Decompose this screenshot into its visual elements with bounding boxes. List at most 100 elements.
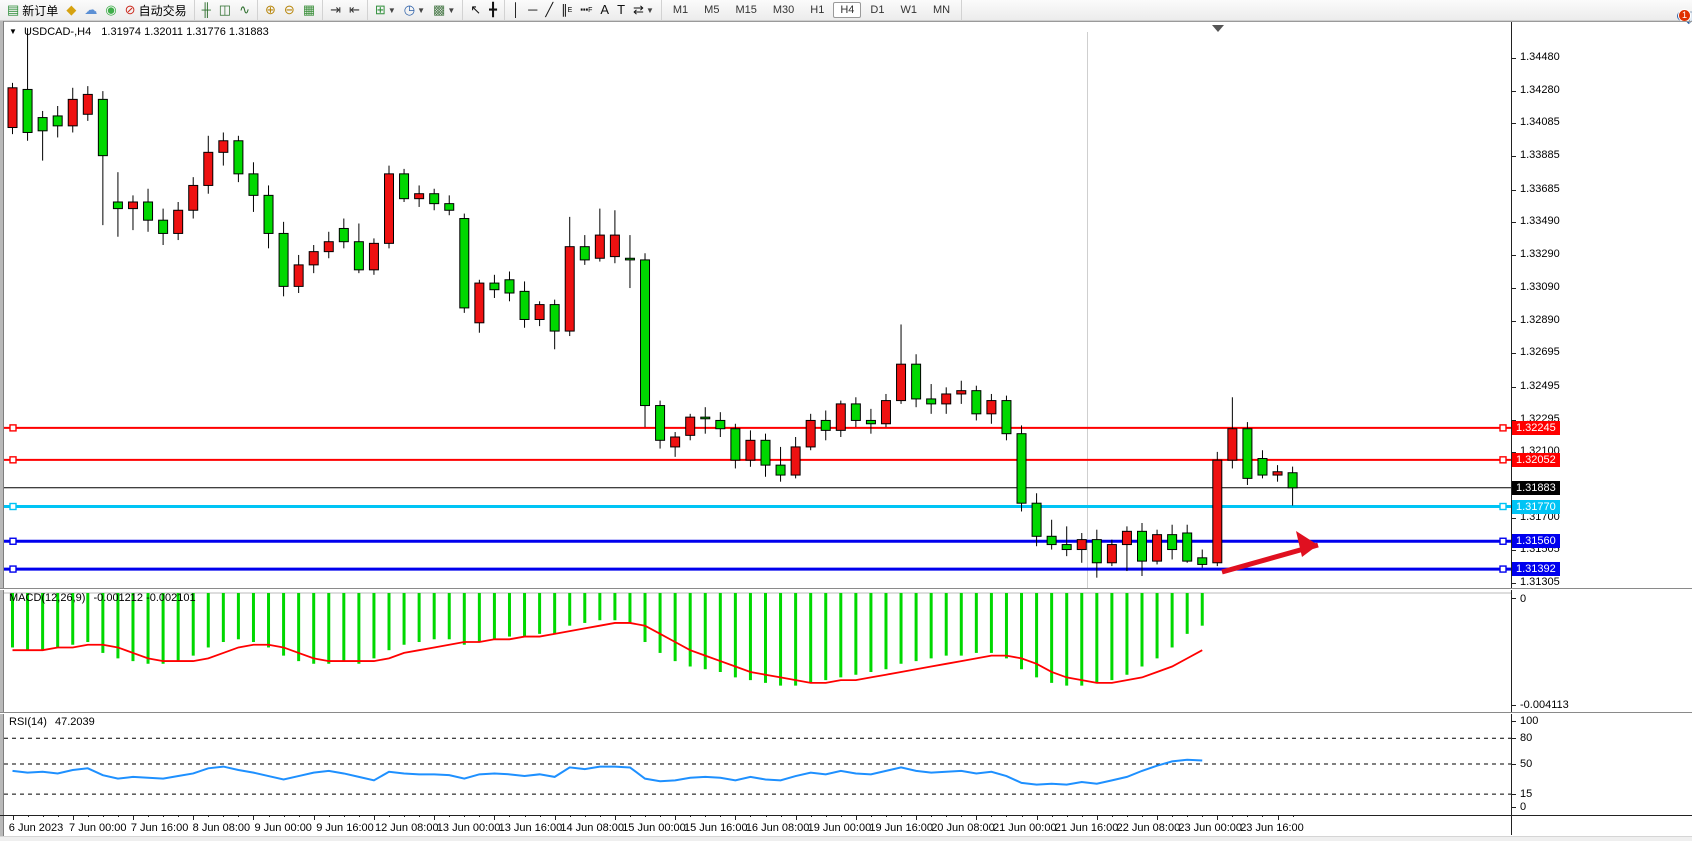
- timeframe-m5[interactable]: M5: [697, 2, 726, 18]
- line-handle[interactable]: [10, 504, 16, 510]
- candle[interactable]: [309, 252, 318, 265]
- candle[interactable]: [641, 260, 650, 406]
- candle[interactable]: [234, 141, 243, 174]
- candle[interactable]: [565, 247, 574, 331]
- candle[interactable]: [1077, 540, 1086, 550]
- candle[interactable]: [264, 195, 273, 233]
- periods-icon-dropdown-arrow[interactable]: ▼: [417, 6, 425, 15]
- candle[interactable]: [776, 465, 785, 475]
- profile-icon[interactable]: ☁: [80, 1, 101, 19]
- candle[interactable]: [957, 391, 966, 394]
- line-handle[interactable]: [10, 538, 16, 544]
- vertical-line-icon[interactable]: │: [508, 1, 524, 19]
- signal-icon[interactable]: ◉: [101, 1, 120, 19]
- candle[interactable]: [1243, 429, 1252, 479]
- candle[interactable]: [671, 437, 680, 447]
- line-handle[interactable]: [10, 566, 16, 572]
- timeframe-h4[interactable]: H4: [833, 2, 861, 18]
- candle[interactable]: [1258, 459, 1267, 476]
- candle[interactable]: [761, 440, 770, 465]
- zoom-in-icon[interactable]: ⊕: [261, 1, 280, 19]
- new-order-button[interactable]: ▤新订单: [3, 1, 62, 19]
- candle[interactable]: [445, 204, 454, 211]
- candle[interactable]: [881, 401, 890, 424]
- candle[interactable]: [1213, 460, 1222, 563]
- candle[interactable]: [144, 202, 153, 220]
- timeframe-m1[interactable]: M1: [666, 2, 695, 18]
- candle[interactable]: [53, 116, 62, 126]
- candle[interactable]: [806, 420, 815, 446]
- timeframe-h1[interactable]: H1: [803, 2, 831, 18]
- candle[interactable]: [731, 429, 740, 460]
- candle[interactable]: [625, 258, 634, 260]
- trendline-icon[interactable]: ╱: [541, 1, 557, 19]
- candle[interactable]: [204, 152, 213, 185]
- candle[interactable]: [701, 417, 710, 419]
- candle[interactable]: [113, 202, 122, 209]
- candle[interactable]: [610, 235, 619, 257]
- tile-windows-icon[interactable]: ▦: [299, 1, 319, 19]
- indicators-icon-dropdown-arrow[interactable]: ▼: [388, 6, 396, 15]
- candle[interactable]: [1168, 535, 1177, 550]
- templates-icon-dropdown-arrow[interactable]: ▼: [447, 6, 455, 15]
- candle[interactable]: [249, 174, 258, 196]
- candle[interactable]: [851, 404, 860, 421]
- line-handle[interactable]: [1500, 504, 1506, 510]
- candle[interactable]: [354, 242, 363, 270]
- candle[interactable]: [400, 174, 409, 199]
- line-handle[interactable]: [1500, 566, 1506, 572]
- timeframe-w1[interactable]: W1: [893, 2, 924, 18]
- candle[interactable]: [836, 404, 845, 430]
- candle[interactable]: [174, 210, 183, 233]
- candle[interactable]: [23, 89, 32, 132]
- arrows-icon[interactable]: ⇄▼: [629, 1, 658, 19]
- candle[interactable]: [1002, 401, 1011, 434]
- cursor-icon[interactable]: ↖: [466, 1, 485, 19]
- candle[interactable]: [475, 283, 484, 323]
- candle[interactable]: [1032, 503, 1041, 536]
- candle[interactable]: [1062, 545, 1071, 550]
- candle[interactable]: [821, 420, 830, 430]
- candle[interactable]: [1228, 429, 1237, 460]
- candle[interactable]: [686, 417, 695, 435]
- horizontal-line-icon[interactable]: ─: [524, 1, 541, 19]
- rsi-panel-canvas[interactable]: [4, 714, 1511, 814]
- candle[interactable]: [385, 174, 394, 244]
- zoom-out-icon[interactable]: ⊖: [280, 1, 299, 19]
- timeframe-mn[interactable]: MN: [926, 2, 957, 18]
- timeframe-m15[interactable]: M15: [728, 2, 763, 18]
- line-handle[interactable]: [1500, 457, 1506, 463]
- candle[interactable]: [1107, 545, 1116, 563]
- brush-icon[interactable]: ◆: [62, 1, 80, 19]
- candle[interactable]: [98, 99, 107, 155]
- candle[interactable]: [219, 141, 228, 153]
- chart-shift-marker[interactable]: [1212, 25, 1224, 32]
- autotrading-button[interactable]: ⊘自动交易: [121, 1, 191, 19]
- candle[interactable]: [490, 283, 499, 290]
- candle[interactable]: [1183, 533, 1192, 561]
- fibonacci-icon[interactable]: ┅F: [576, 1, 596, 19]
- candle[interactable]: [430, 194, 439, 204]
- equidistant-channel-icon[interactable]: ∥E: [557, 1, 576, 19]
- candle[interactable]: [716, 420, 725, 428]
- candlestick-chart-icon[interactable]: ◫: [215, 1, 235, 19]
- text-icon[interactable]: A: [596, 1, 613, 19]
- candle[interactable]: [1017, 434, 1026, 504]
- candle[interactable]: [535, 305, 544, 320]
- candle[interactable]: [746, 440, 755, 460]
- main-chart-canvas[interactable]: [4, 22, 1511, 588]
- line-chart-icon[interactable]: ∿: [235, 1, 254, 19]
- candle[interactable]: [505, 280, 514, 293]
- candle[interactable]: [1153, 535, 1162, 561]
- timeframe-d1[interactable]: D1: [863, 2, 891, 18]
- candle[interactable]: [927, 399, 936, 404]
- timeframe-m30[interactable]: M30: [766, 2, 801, 18]
- candle[interactable]: [38, 118, 47, 131]
- line-handle[interactable]: [10, 457, 16, 463]
- candle[interactable]: [791, 447, 800, 475]
- candle[interactable]: [987, 401, 996, 414]
- candle[interactable]: [656, 406, 665, 441]
- candle[interactable]: [8, 88, 17, 128]
- candle[interactable]: [580, 247, 589, 260]
- candle[interactable]: [1138, 531, 1147, 561]
